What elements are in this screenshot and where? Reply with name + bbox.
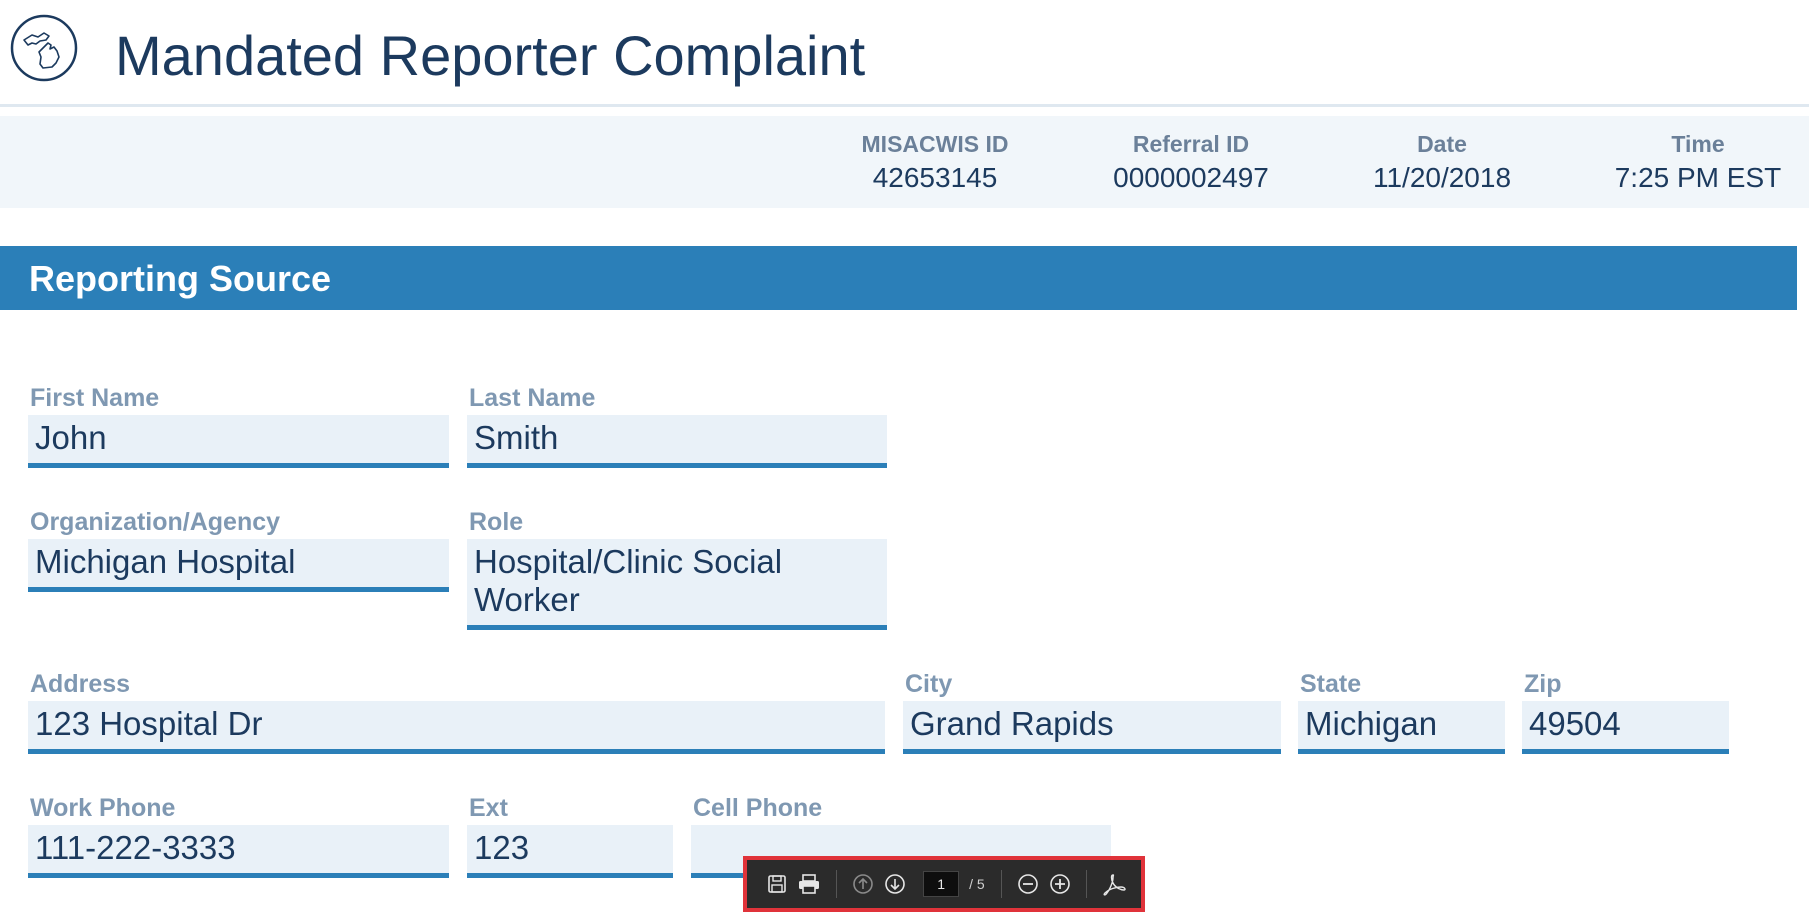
cell-phone-label: Cell Phone xyxy=(693,794,823,822)
report-time: Time 7:25 PM EST xyxy=(1578,130,1809,196)
report-date: Date 11/20/2018 xyxy=(1322,130,1562,196)
first-name-field[interactable]: John xyxy=(28,415,449,468)
state-label: State xyxy=(1300,670,1362,698)
organization-label: Organization/Agency xyxy=(30,508,281,536)
referral-id: Referral ID 0000002497 xyxy=(1071,130,1311,196)
meta-value: 0000002497 xyxy=(1113,162,1269,193)
section-header-reporting-source: Reporting Source xyxy=(0,246,1797,310)
page-title: Mandated Reporter Complaint xyxy=(115,24,866,87)
last-name-label: Last Name xyxy=(469,384,596,412)
meta-value: 7:25 PM EST xyxy=(1614,162,1782,193)
print-icon[interactable] xyxy=(797,869,821,899)
toolbar-separator xyxy=(1000,870,1002,898)
zoom-out-icon[interactable] xyxy=(1016,869,1040,899)
work-phone-field-group: Work Phone 111-222-3333 xyxy=(28,793,449,878)
page-number-input[interactable] xyxy=(923,871,960,897)
meta-value: 42653145 xyxy=(872,162,998,193)
role-label: Role xyxy=(469,508,524,536)
toolbar-separator xyxy=(835,870,837,898)
ext-field[interactable]: 123 xyxy=(467,825,673,878)
address-label: Address xyxy=(30,670,131,698)
ext-label: Ext xyxy=(469,794,508,822)
pdf-viewer-toolbar: / 5 xyxy=(743,856,1145,912)
michigan-outline-icon xyxy=(10,14,78,82)
role-field[interactable]: Hospital/Clinic Social Worker xyxy=(467,539,887,630)
meta-value: 11/20/2018 xyxy=(1372,162,1512,193)
save-icon[interactable] xyxy=(765,869,789,899)
address-field[interactable]: 123 Hospital Dr xyxy=(28,701,885,754)
page-up-icon[interactable] xyxy=(850,869,874,899)
page-total: / 5 xyxy=(969,876,985,892)
state-field[interactable]: Michigan xyxy=(1298,701,1505,754)
meta-label: MISACWIS ID xyxy=(861,131,1009,157)
page-down-icon[interactable] xyxy=(883,869,907,899)
state-field-group: State Michigan xyxy=(1298,669,1505,754)
zip-field[interactable]: 49504 xyxy=(1522,701,1729,754)
last-name-field[interactable]: Smith xyxy=(467,415,887,468)
zip-field-group: Zip 49504 xyxy=(1522,669,1729,754)
address-field-group: Address 123 Hospital Dr xyxy=(28,669,885,754)
meta-label: Time xyxy=(1671,131,1725,157)
work-phone-field[interactable]: 111-222-3333 xyxy=(28,825,449,878)
meta-label: Date xyxy=(1417,131,1467,157)
city-field-group: City Grand Rapids xyxy=(903,669,1281,754)
work-phone-label: Work Phone xyxy=(30,794,176,822)
first-name-field-group: First Name John xyxy=(28,383,449,468)
meta-label: Referral ID xyxy=(1132,131,1250,157)
city-field[interactable]: Grand Rapids xyxy=(903,701,1281,754)
organization-field[interactable]: Michigan Hospital xyxy=(28,539,449,592)
last-name-field-group: Last Name Smith xyxy=(467,383,887,468)
first-name-label: First Name xyxy=(30,384,160,412)
ext-field-group: Ext 123 xyxy=(467,793,673,878)
organization-field-group: Organization/Agency Michigan Hospital xyxy=(28,507,449,592)
zoom-in-icon[interactable] xyxy=(1048,869,1072,899)
city-label: City xyxy=(905,670,953,698)
zip-label: Zip xyxy=(1524,670,1562,698)
acrobat-icon[interactable] xyxy=(1101,869,1127,899)
role-field-group: Role Hospital/Clinic Social Worker xyxy=(467,507,887,630)
page: Mandated Reporter Complaint MISACWIS ID … xyxy=(0,0,1809,921)
header-divider xyxy=(0,104,1809,107)
misacwis-id: MISACWIS ID 42653145 xyxy=(815,130,1055,196)
section-title: Reporting Source xyxy=(29,258,332,299)
referral-meta-band: MISACWIS ID 42653145 Referral ID 0000002… xyxy=(0,116,1809,208)
toolbar-separator xyxy=(1086,870,1087,898)
